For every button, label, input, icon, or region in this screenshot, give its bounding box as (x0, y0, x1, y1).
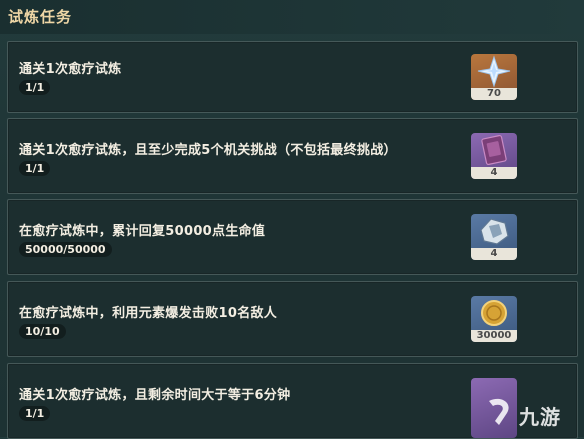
mora-coin-icon (481, 300, 507, 326)
task-description: 在愈疗试炼中，累计回复50000点生命值 (19, 224, 266, 239)
task-item[interactable]: 在愈疗试炼中，累计回复50000点生命值 50000/50000 4 (7, 199, 578, 275)
primogem-icon (477, 55, 511, 88)
watermark-text: 九游 (519, 405, 561, 429)
reward-item[interactable]: 4 (471, 133, 517, 179)
task-progress: 1/1 (19, 161, 51, 176)
task-description: 在愈疗试炼中，利用元素爆发击败10名敌人 (19, 306, 278, 321)
task-description: 通关1次愈疗试炼，且至少完成5个机关挑战（不包括最终挑战） (19, 143, 397, 158)
task-description: 通关1次愈疗试炼，且剩余时间大于等于6分钟 (19, 388, 291, 403)
reward-count: 30000 (471, 330, 517, 342)
task-item[interactable]: 通关1次愈疗试炼 1/1 70 (7, 41, 578, 113)
reward-count: 70 (471, 88, 517, 100)
task-progress: 1/1 (19, 406, 51, 421)
task-progress: 10/10 (19, 324, 66, 339)
section-title: 试炼任务 (8, 8, 73, 26)
task-progress: 1/1 (19, 80, 51, 95)
reward-count: 4 (471, 248, 517, 260)
watermark: 九游 (481, 393, 576, 433)
reward-item[interactable]: 30000 (471, 296, 517, 342)
task-description: 通关1次愈疗试炼 (19, 62, 122, 77)
reward-item[interactable]: 70 (471, 54, 517, 100)
task-item[interactable]: 在愈疗试炼中，利用元素爆发击败10名敌人 10/10 30000 (7, 281, 578, 357)
mystic-enhancement-ore-icon (480, 218, 509, 245)
task-item[interactable]: 通关1次愈疗试炼，且至少完成5个机关挑战（不包括最终挑战） 1/1 4 (7, 118, 578, 194)
watermark-logo-icon (489, 398, 509, 425)
reward-item[interactable]: 4 (471, 214, 517, 260)
section-header: 试炼任务 (0, 0, 584, 34)
reward-count: 4 (471, 167, 517, 179)
hero-wit-book-icon (481, 134, 507, 166)
task-progress: 50000/50000 (19, 242, 112, 257)
